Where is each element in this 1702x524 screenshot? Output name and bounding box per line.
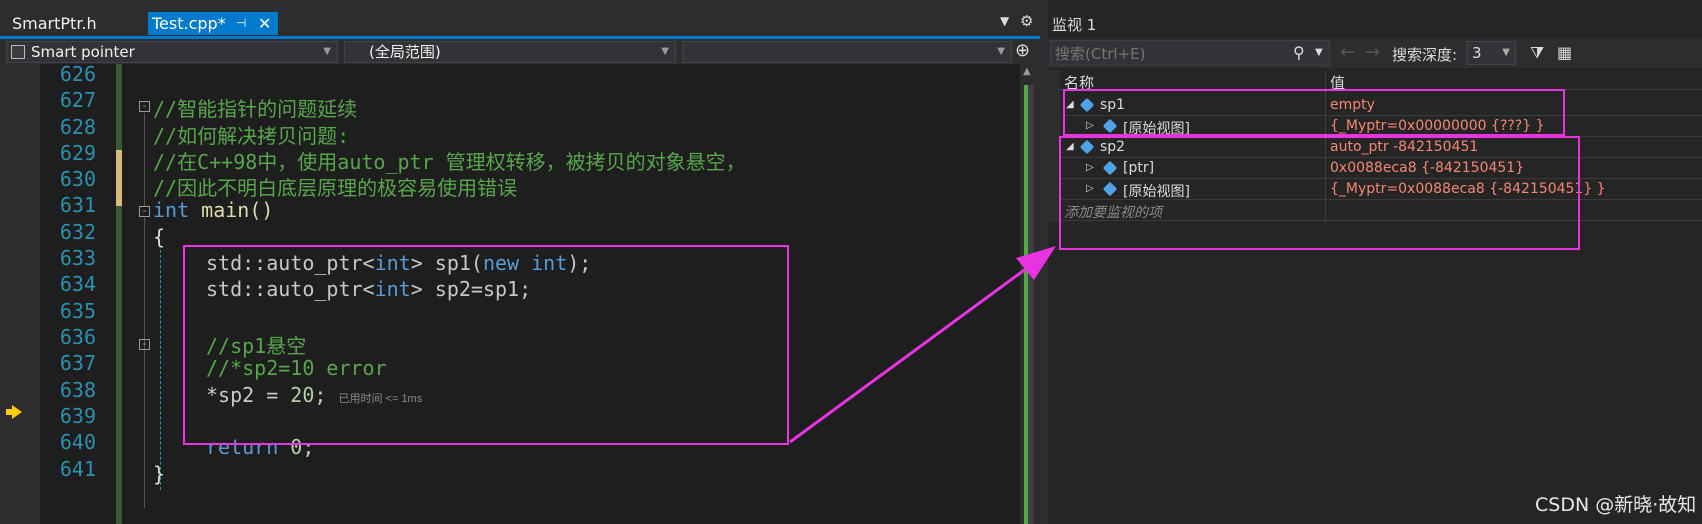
watermark: CSDN @新晓·故知: [1535, 494, 1697, 516]
collapse-toggle-icon[interactable]: -: [139, 338, 150, 350]
code-line: int main(): [153, 198, 274, 222]
annotation-arrow-line: [789, 258, 1039, 444]
search-depth-value: 3: [1472, 44, 1482, 62]
scroll-up-icon[interactable]: ▲: [1023, 66, 1031, 77]
scope-dropdown[interactable]: (全局范围) ▼: [344, 41, 676, 63]
chevron-down-icon: ▼: [997, 46, 1005, 57]
line-number: 633: [59, 246, 96, 270]
navigation-bar: Smart pointer ▼ (全局范围) ▼ ▼: [0, 39, 1040, 64]
indent-guide: [160, 250, 161, 490]
scope-dropdown-value: (全局范围): [369, 43, 441, 61]
line-number: 640: [59, 430, 96, 454]
line-number: 631: [59, 193, 96, 217]
line-number: 635: [59, 299, 96, 323]
project-dropdown-value: Smart pointer: [31, 43, 135, 61]
search-depth-select[interactable]: 3 ▼: [1466, 41, 1516, 65]
unsaved-change-marker: [116, 150, 122, 206]
line-number: 634: [59, 272, 96, 296]
highlight-box-code: [183, 245, 789, 445]
view-icon[interactable]: ▦: [1557, 43, 1572, 62]
instruction-pointer-arrow-icon: [12, 405, 22, 419]
split-editor-icon[interactable]: ⊕: [1015, 40, 1030, 61]
line-number: 641: [59, 457, 96, 481]
line-number: 630: [59, 167, 96, 191]
project-icon: [11, 45, 25, 59]
line-number: 627: [59, 88, 96, 112]
tab-test-cpp[interactable]: Test.cpp* ⊣ ✕: [148, 12, 278, 35]
pin-icon[interactable]: ⊣: [236, 12, 246, 35]
watch-search-box[interactable]: [1050, 40, 1330, 66]
line-number: 636: [59, 325, 96, 349]
highlight-box-sp1: [1063, 89, 1565, 136]
annotation-arrow-head: [1016, 246, 1056, 280]
search-icon[interactable]: ⚲: [1293, 43, 1305, 62]
line-number: 632: [59, 220, 96, 244]
collapse-toggle-icon[interactable]: -: [139, 205, 150, 217]
watch-grid-header: [1060, 70, 1702, 90]
line-number: 628: [59, 115, 96, 139]
forward-arrow-icon[interactable]: →: [1365, 42, 1380, 63]
code-line: //在C++98中，使用auto_ptr 管理权转移，被拷贝的对象悬空，: [153, 150, 746, 174]
breakpoint-gutter[interactable]: [0, 64, 40, 524]
filter-icon[interactable]: ⧩: [1530, 43, 1544, 63]
chevron-down-icon: ▼: [661, 46, 669, 57]
line-number: 639: [59, 404, 96, 428]
tab-dropdown-icon[interactable]: ▼: [1000, 14, 1009, 28]
code-line: //如何解决拷贝问题:: [153, 124, 350, 148]
collapse-toggle-icon[interactable]: -: [139, 100, 150, 112]
line-number: 629: [59, 141, 96, 165]
chevron-down-icon: ▼: [1502, 47, 1510, 58]
line-number: 637: [59, 351, 96, 375]
highlight-box-sp2: [1059, 136, 1580, 250]
close-icon[interactable]: ✕: [258, 12, 271, 35]
chevron-down-icon[interactable]: ▼: [1315, 47, 1323, 58]
search-depth-label: 搜索深度:: [1392, 46, 1458, 64]
editor-tab-strip: SmartPtr.h Test.cpp* ⊣ ✕: [0, 0, 1040, 40]
gear-icon[interactable]: ⚙: [1020, 12, 1033, 30]
line-number: 638: [59, 378, 96, 402]
change-tracking-bar: [116, 64, 122, 524]
watch-panel-title: 监视 1: [1052, 16, 1097, 34]
code-line: {: [153, 225, 166, 249]
tab-smartptr-h[interactable]: SmartPtr.h: [2, 12, 107, 35]
annotation-arrow: [789, 246, 1056, 444]
fold-guide: [144, 218, 145, 508]
tab-label: Test.cpp*: [152, 14, 226, 33]
chevron-down-icon: ▼: [323, 46, 331, 57]
line-number: 626: [59, 62, 96, 86]
member-dropdown[interactable]: ▼: [682, 41, 1012, 63]
code-line: //因此不明白底层原理的极容易使用错误: [153, 176, 518, 200]
code-line: //智能指针的问题延续: [153, 97, 358, 121]
back-arrow-icon[interactable]: ←: [1340, 42, 1355, 63]
project-dropdown[interactable]: Smart pointer ▼: [6, 41, 338, 63]
code-line: }: [153, 462, 166, 486]
fold-guide: [144, 113, 145, 207]
search-input[interactable]: [1055, 44, 1285, 64]
